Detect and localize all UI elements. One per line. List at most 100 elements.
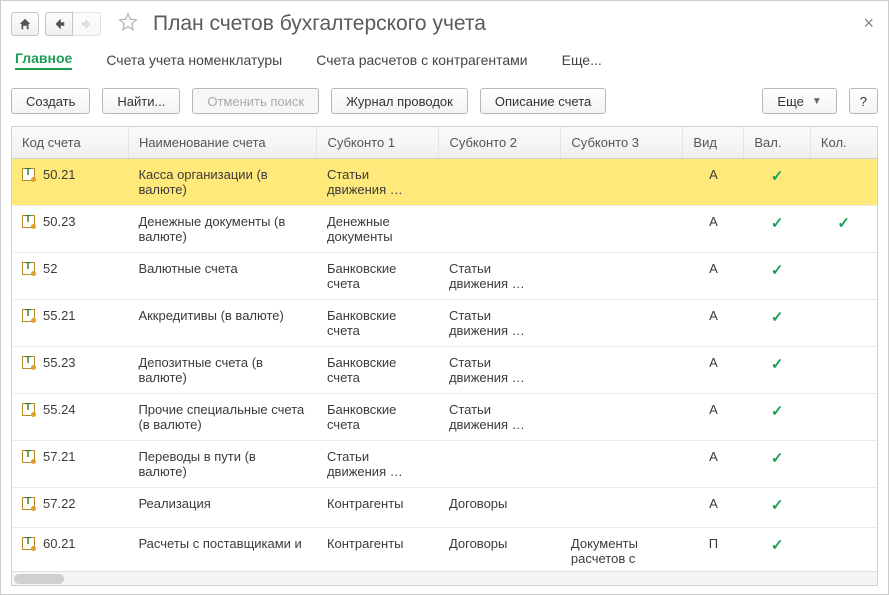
table-row[interactable]: 55.24Прочие специальные счета (в валюте)… — [12, 394, 877, 441]
account-code: 55.23 — [43, 355, 76, 370]
check-icon: ✓ — [771, 168, 784, 185]
table-row[interactable]: 57.21Переводы в пути (в валюте)Статьи дв… — [12, 441, 877, 488]
back-button[interactable] — [45, 12, 73, 36]
col-kol[interactable]: Кол. — [810, 127, 877, 159]
check-icon: ✓ — [771, 403, 784, 420]
cell-sub3 — [561, 347, 683, 394]
check-icon: ✓ — [771, 497, 784, 514]
account-icon — [22, 215, 35, 228]
account-icon — [22, 450, 35, 463]
cell-sub3: Документы расчетов с — [561, 528, 683, 572]
tabs: Главное Счета учета номенклатуры Счета р… — [11, 48, 878, 78]
cell-sub2 — [439, 159, 561, 206]
col-vid[interactable]: Вид — [683, 127, 744, 159]
cell-kol — [810, 394, 877, 441]
arrow-left-icon — [52, 17, 66, 31]
table-row[interactable]: 52Валютные счетаБанковские счетаСтатьи д… — [12, 253, 877, 300]
cell-sub1: Статьи движения … — [317, 159, 439, 206]
check-icon: ✓ — [771, 537, 784, 554]
tab-nomenclature[interactable]: Счета учета номенклатуры — [106, 52, 282, 68]
account-icon — [22, 168, 35, 181]
cell-sub2: Договоры — [439, 528, 561, 572]
cell-kol — [810, 441, 877, 488]
cell-val: ✓ — [744, 253, 811, 300]
table-row[interactable]: 55.21Аккредитивы (в валюте)Банковские сч… — [12, 300, 877, 347]
arrow-right-icon — [80, 17, 94, 31]
cell-vid: А — [683, 206, 744, 253]
description-button[interactable]: Описание счета — [480, 88, 606, 114]
table-row[interactable]: 50.21Касса организации (в валюте)Статьи … — [12, 159, 877, 206]
col-sub1[interactable]: Субконто 1 — [317, 127, 439, 159]
home-button[interactable] — [11, 12, 39, 36]
cell-sub3 — [561, 488, 683, 528]
forward-button[interactable] — [73, 12, 101, 36]
cell-sub1: Статьи движения … — [317, 441, 439, 488]
close-button[interactable]: × — [859, 13, 878, 34]
cell-name: Касса организации (в валюте) — [128, 159, 317, 206]
page-title: План счетов бухгалтерского учета — [153, 12, 486, 36]
cell-vid: А — [683, 253, 744, 300]
horizontal-scrollbar[interactable] — [12, 571, 877, 585]
cell-sub3 — [561, 206, 683, 253]
cancel-find-button-label: Отменить поиск — [207, 94, 304, 109]
accounts-table: Код счета Наименование счета Субконто 1 … — [11, 126, 878, 586]
col-name[interactable]: Наименование счета — [128, 127, 317, 159]
cell-name: Реализация — [128, 488, 317, 528]
table-row[interactable]: 57.22РеализацияКонтрагентыДоговорыА✓ — [12, 488, 877, 528]
account-icon — [22, 356, 35, 369]
find-button[interactable]: Найти... — [102, 88, 180, 114]
help-button-label: ? — [860, 94, 867, 109]
cell-val: ✓ — [744, 528, 811, 572]
table-row[interactable]: 55.23 Депозитные счета (в валюте)Банковск… — [12, 347, 877, 394]
table-header: Код счета Наименование счета Субконто 1 … — [12, 127, 877, 159]
close-icon: × — [863, 13, 874, 33]
create-button[interactable]: Создать — [11, 88, 90, 114]
cell-name: Денежные документы (в валюте) — [128, 206, 317, 253]
cell-sub3 — [561, 300, 683, 347]
account-code: 50.23 — [43, 214, 76, 229]
col-sub3[interactable]: Субконто 3 — [561, 127, 683, 159]
cell-vid: П — [683, 528, 744, 572]
col-code[interactable]: Код счета — [12, 127, 128, 159]
table-body[interactable]: 50.21Касса организации (в валюте)Статьи … — [12, 159, 877, 571]
cell-val: ✓ — [744, 441, 811, 488]
account-code: 57.22 — [43, 496, 76, 511]
cell-name: Прочие специальные счета (в валюте) — [128, 394, 317, 441]
cell-kol — [810, 159, 877, 206]
cell-sub2: Статьи движения … — [439, 347, 561, 394]
account-code: 57.21 — [43, 449, 76, 464]
cell-kol — [810, 300, 877, 347]
more-button-label: Еще — [777, 94, 803, 109]
favorite-star-icon[interactable] — [117, 11, 139, 36]
journal-button[interactable]: Журнал проводок — [331, 88, 468, 114]
nav-pair — [45, 12, 101, 36]
cell-vid: А — [683, 488, 744, 528]
help-button[interactable]: ? — [849, 88, 878, 114]
table-row[interactable]: 50.23Денежные документы (в валюте)Денежн… — [12, 206, 877, 253]
find-button-label: Найти... — [117, 94, 165, 109]
tab-contractors[interactable]: Счета расчетов с контрагентами — [316, 52, 527, 68]
cell-vid: А — [683, 347, 744, 394]
account-icon — [22, 262, 35, 275]
title-bar: План счетов бухгалтерского учета × — [11, 9, 878, 48]
cell-sub1: Банковские счета — [317, 347, 439, 394]
check-icon: ✓ — [771, 450, 784, 467]
home-icon — [18, 17, 32, 31]
tab-main[interactable]: Главное — [15, 50, 72, 70]
cell-vid: А — [683, 300, 744, 347]
cell-vid: А — [683, 441, 744, 488]
cell-sub3 — [561, 253, 683, 300]
col-sub2[interactable]: Субконто 2 — [439, 127, 561, 159]
cell-name: Валютные счета — [128, 253, 317, 300]
horizontal-scrollbar-thumb[interactable] — [14, 574, 64, 584]
tab-more[interactable]: Еще... — [562, 52, 602, 68]
cell-kol: ✓ — [810, 206, 877, 253]
account-icon — [22, 309, 35, 322]
more-button[interactable]: Еще ▼ — [762, 88, 836, 114]
table-row[interactable]: 60.21Расчеты с поставщиками иКонтрагенты… — [12, 528, 877, 572]
description-button-label: Описание счета — [495, 94, 591, 109]
cell-name: Расчеты с поставщиками и — [128, 528, 317, 572]
cell-name: Депозитные счета (в валюте) — [128, 347, 317, 394]
check-icon: ✓ — [771, 309, 784, 326]
col-val[interactable]: Вал. — [744, 127, 811, 159]
